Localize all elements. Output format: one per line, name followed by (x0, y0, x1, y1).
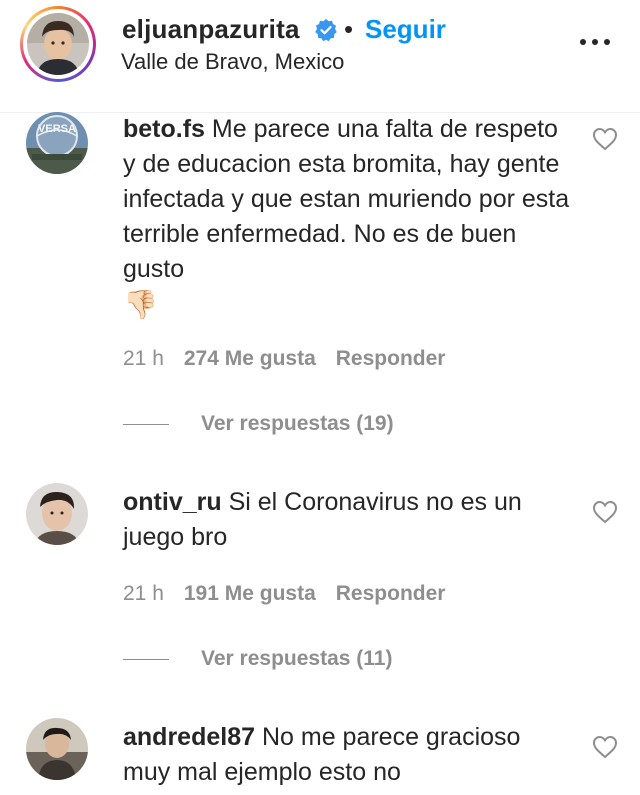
comment-username[interactable]: andredel87 (123, 723, 255, 751)
comment-time: 21 h (123, 582, 164, 605)
more-options-icon[interactable] (575, 22, 615, 62)
svg-text:VERSA: VERSA (38, 123, 76, 135)
avatar (27, 13, 89, 75)
comment-time: 21 h (123, 347, 164, 370)
separator-dot: • (344, 14, 354, 44)
avatar[interactable] (26, 718, 88, 780)
replies-divider (123, 659, 169, 660)
comment-meta: 21 h 191 Me gusta Responder (123, 582, 445, 606)
post-header: eljuanpazurita • Seguir Valle de Bravo, … (0, 0, 640, 113)
reply-button[interactable]: Responder (336, 582, 446, 606)
view-replies-button[interactable]: Ver respuestas (11) (201, 647, 392, 671)
avatar[interactable] (26, 483, 88, 545)
verified-badge-icon (315, 19, 337, 42)
comment-body: beto.fs Me parece una falta de respeto y… (123, 112, 573, 324)
comment-likes[interactable]: 274 Me gusta (184, 347, 316, 371)
reply-button[interactable]: Responder (336, 347, 446, 371)
comment-body: ontiv_ru Si el Coronavirus no es un jueg… (123, 485, 573, 555)
comment-likes[interactable]: 191 Me gusta (184, 582, 316, 606)
avatar[interactable]: VERSA (26, 112, 88, 174)
comment-username[interactable]: beto.fs (123, 115, 205, 143)
post-location[interactable]: Valle de Bravo, Mexico (121, 49, 344, 75)
comment-body: andredel87 No me parece gracioso muy mal… (123, 720, 573, 790)
follow-button[interactable]: Seguir (365, 14, 446, 45)
view-replies-button[interactable]: Ver respuestas (19) (201, 412, 394, 436)
thumbs-down-emoji: 👎🏻 (123, 289, 158, 320)
replies-divider (123, 424, 169, 425)
profile-avatar-story-ring[interactable] (20, 6, 96, 82)
comment-username[interactable]: ontiv_ru (123, 488, 222, 516)
like-heart-icon[interactable] (592, 127, 618, 151)
like-heart-icon[interactable] (592, 735, 618, 759)
post-author-username[interactable]: eljuanpazurita (122, 14, 300, 45)
like-heart-icon[interactable] (592, 500, 618, 524)
comment-meta: 21 h 274 Me gusta Responder (123, 347, 445, 371)
